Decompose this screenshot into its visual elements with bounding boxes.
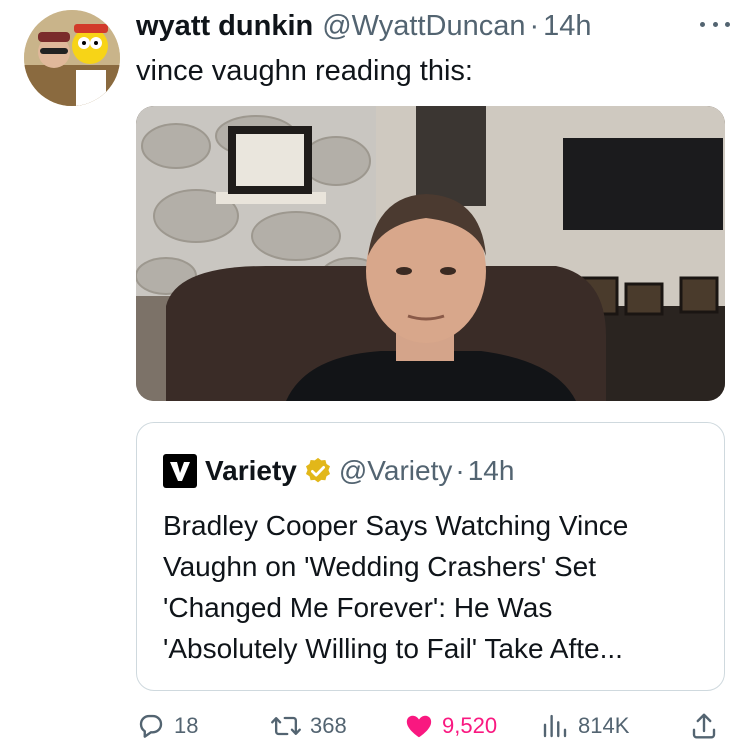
media-photo	[136, 106, 725, 401]
avatar[interactable]	[24, 10, 120, 106]
views-button[interactable]: 814K	[540, 706, 629, 746]
reply-button[interactable]: 18	[136, 706, 198, 746]
quote-author-handle[interactable]: @Variety	[339, 455, 453, 487]
separator-dot: ·	[529, 9, 540, 42]
quote-header: Variety @Variety · 14h	[163, 453, 514, 489]
quote-time[interactable]: 14h	[468, 455, 515, 487]
views-icon	[543, 714, 567, 738]
like-icon	[406, 715, 432, 738]
tweet-header: wyatt dunkin @WyattDuncan · 14h	[136, 6, 730, 46]
retweet-icon	[271, 716, 301, 736]
quote-text-line: Vaughn on 'Wedding Crashers' Set	[163, 551, 597, 582]
like-count: 9,520	[442, 713, 498, 738]
quote-text: Bradley Cooper Says Watching Vince Vaugh…	[163, 505, 713, 669]
quote-tweet-card[interactable]: Variety @Variety · 14h Bradley Cooper Sa…	[136, 422, 725, 691]
action-bar: 18 368 9,520 814K	[136, 706, 736, 746]
share-button[interactable]	[689, 706, 727, 746]
tweet-time[interactable]: 14h	[543, 10, 591, 43]
avatar-image	[24, 10, 120, 106]
like-button[interactable]: 9,520	[404, 706, 497, 746]
reply-count: 18	[174, 713, 199, 738]
author-handle[interactable]: @WyattDuncan	[322, 10, 525, 43]
quote-text-line: 'Changed Me Forever': He Was	[163, 592, 553, 623]
tweet-text: vince vaughn reading this:	[136, 55, 473, 87]
quote-text-line: 'Absolutely Willing to Fail' Take Afte..…	[163, 633, 623, 664]
view-count: 814K	[578, 713, 630, 738]
quote-separator: ·	[455, 455, 465, 486]
author-name[interactable]: wyatt dunkin	[136, 10, 313, 43]
variety-logo-icon[interactable]	[163, 454, 197, 488]
quote-text-line: Bradley Cooper Says Watching Vince	[163, 510, 629, 541]
verified-badge-icon	[303, 456, 333, 486]
reply-icon	[139, 714, 163, 738]
tweet-media-image[interactable]	[136, 106, 725, 401]
quote-author-name[interactable]: Variety	[205, 455, 297, 487]
share-icon	[692, 713, 716, 739]
retweet-button[interactable]: 368	[270, 706, 347, 746]
more-icon[interactable]	[700, 12, 730, 36]
retweet-count: 368	[310, 713, 347, 738]
